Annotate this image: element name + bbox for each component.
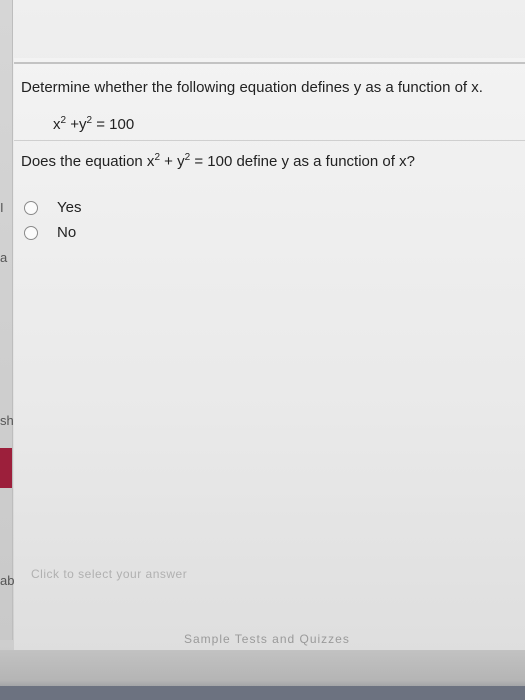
option-no[interactable]: No: [24, 224, 76, 241]
equation: x2 +y2 = 100: [53, 115, 135, 133]
answer-hint: Click to select your answer: [31, 567, 188, 581]
screen-bezel: [0, 686, 525, 700]
left-strip-fragment: a: [0, 250, 8, 265]
question-text: Determine whether the following equation…: [21, 79, 483, 96]
option-label: No: [57, 224, 77, 241]
prompt-text: Does the equation x2 + y2 = 100 define y…: [21, 152, 415, 170]
option-label: Yes: [57, 199, 82, 216]
sample-tests-link[interactable]: Sample Tests and Quizzes: [184, 632, 350, 646]
left-strip-fragment: sh: [0, 413, 14, 428]
divider: [14, 62, 525, 64]
left-panel-accent: [0, 448, 12, 488]
left-strip-fragment: I: [0, 200, 4, 215]
left-panel-strip: [0, 0, 13, 640]
divider: [14, 140, 525, 141]
radio-button[interactable]: [24, 200, 38, 215]
left-strip-fragment: ab: [0, 573, 15, 588]
radio-button[interactable]: [24, 225, 38, 240]
option-yes[interactable]: Yes: [24, 199, 81, 216]
